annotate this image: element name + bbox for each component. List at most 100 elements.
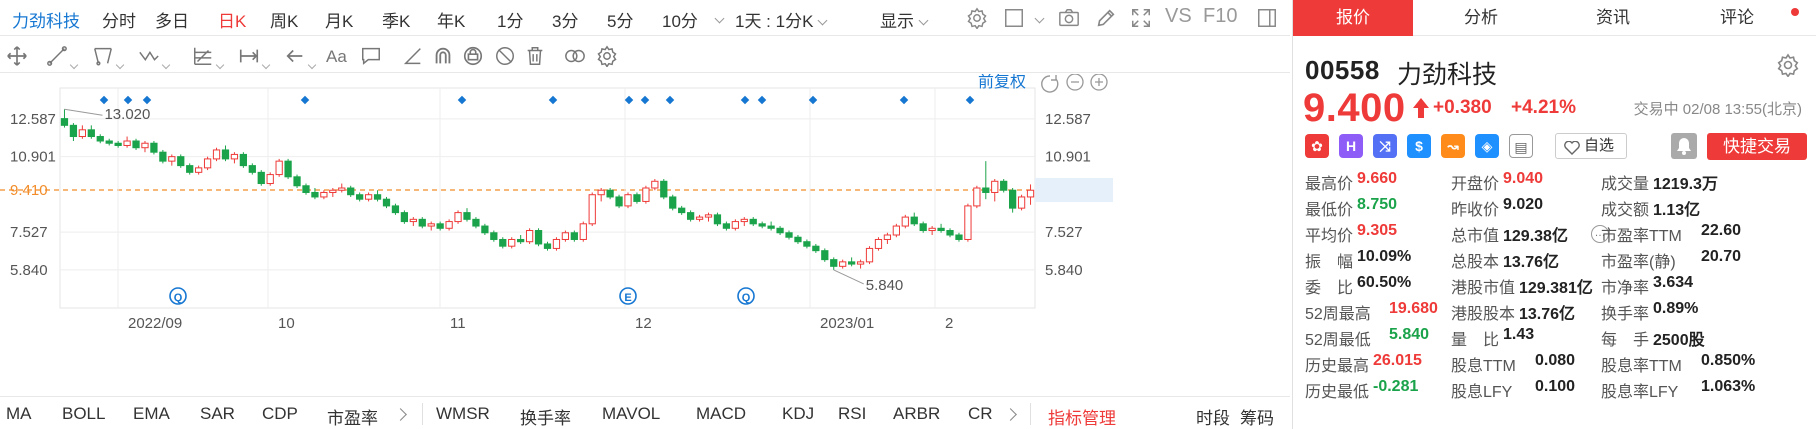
chevron-right-icon[interactable] — [394, 408, 407, 421]
tab-period-9[interactable]: 5分 — [607, 7, 633, 32]
h-share-icon[interactable]: H — [1339, 134, 1363, 158]
compare-icon[interactable] — [564, 45, 586, 67]
angle-icon[interactable] — [402, 45, 424, 67]
tab-period-6[interactable]: 年K — [437, 7, 465, 32]
wave-icon[interactable] — [138, 45, 171, 70]
notification-dot — [1791, 8, 1799, 16]
candle-up — [266, 174, 274, 185]
event-diamond[interactable] — [457, 95, 467, 105]
indicator-cr[interactable]: CR — [968, 404, 993, 424]
pencil-icon[interactable] — [1095, 7, 1117, 29]
indicator-wmsr[interactable]: WMSR — [436, 404, 490, 424]
kline-select[interactable]: 1天 : 1分K — [735, 7, 828, 32]
shuffle-icon[interactable]: ⤨ — [1373, 134, 1397, 158]
tab-period-7[interactable]: 1分 — [497, 7, 523, 32]
x-tick-label: 2023/01 — [820, 315, 874, 332]
period-segment-button[interactable]: 时段 — [1196, 404, 1230, 429]
indicator-ma[interactable]: MA — [6, 404, 32, 424]
quick-trade-button[interactable]: 快捷交易 — [1707, 133, 1807, 160]
channel-icon[interactable] — [92, 45, 125, 70]
indicator-mavol[interactable]: MAVOL — [602, 404, 660, 424]
event-diamond[interactable] — [965, 95, 975, 105]
indicator-ema[interactable]: EMA — [133, 404, 170, 424]
event-diamond[interactable] — [142, 95, 152, 105]
event-diamond[interactable] — [300, 95, 310, 105]
stat-label: 市净率 — [1601, 280, 1650, 297]
arrow-left-icon[interactable] — [284, 45, 317, 70]
tag-icon[interactable]: ◈ — [1475, 134, 1499, 158]
candle-down — [678, 207, 686, 214]
indicator-manage-button[interactable]: 指标管理 — [1048, 404, 1116, 429]
fq-toggle[interactable]: 前复权 — [978, 74, 1026, 91]
square-icon[interactable] — [1003, 7, 1025, 29]
fullscreen-icon[interactable] — [1130, 7, 1152, 29]
candle-down — [356, 194, 364, 200]
gear-icon[interactable] — [966, 7, 988, 30]
tab-period-1[interactable]: 多日 — [155, 7, 189, 32]
chevron-down-icon[interactable] — [1034, 13, 1045, 24]
add-watchlist-button[interactable]: 自选 — [1555, 133, 1627, 159]
text-tool-button[interactable]: Aa — [326, 47, 347, 67]
indicator-turnover[interactable]: 换手率 — [520, 404, 571, 429]
settings-gear-icon[interactable] — [1776, 53, 1800, 78]
indicator-kdj[interactable]: KDJ — [782, 404, 814, 424]
trash-icon[interactable] — [524, 45, 546, 67]
event-diamond[interactable] — [899, 95, 909, 105]
vs-button[interactable]: VS — [1165, 5, 1192, 28]
f10-button[interactable]: F10 — [1203, 5, 1237, 28]
indicator-pe[interactable]: 市盈率 — [327, 404, 378, 429]
y-tick-label-right: 12.587 — [1045, 111, 1091, 128]
camera-icon[interactable] — [1058, 7, 1080, 29]
trend-line-icon[interactable] — [46, 45, 79, 70]
tab-period-8[interactable]: 3分 — [552, 7, 578, 32]
candle-up — [212, 149, 221, 160]
event-diamond[interactable] — [757, 95, 767, 105]
tab-quote[interactable]: 报价 — [1293, 0, 1413, 36]
indicator-cdp[interactable]: CDP — [262, 404, 298, 424]
trend-icon[interactable]: ↝ — [1441, 134, 1465, 158]
candle-up — [427, 223, 435, 227]
tab-period-0[interactable]: 分时 — [102, 7, 136, 32]
event-diamond[interactable] — [624, 95, 634, 105]
kline-chart[interactable]: 12.58712.58710.90110.9019.4109.4107.5277… — [0, 74, 1290, 392]
chevron-down-icon[interactable] — [714, 13, 725, 24]
tab-period-3[interactable]: 周K — [270, 7, 298, 32]
range-icon[interactable] — [238, 45, 271, 70]
event-diamond[interactable] — [99, 95, 109, 105]
tab-period-4[interactable]: 月K — [325, 7, 353, 32]
dollar-icon[interactable]: $ — [1407, 134, 1431, 158]
event-diamond[interactable] — [548, 95, 558, 105]
tab-period-10[interactable]: 10分 — [662, 7, 698, 32]
tab-period-5[interactable]: 季K — [382, 7, 410, 32]
tab-period-2[interactable]: 日K — [218, 7, 246, 32]
event-diamond[interactable] — [665, 95, 675, 105]
comment-icon[interactable] — [360, 45, 382, 67]
indicator-boll[interactable]: BOLL — [62, 404, 105, 424]
chevron-right-icon[interactable] — [1004, 408, 1017, 421]
tool-gear-icon[interactable] — [596, 45, 618, 68]
panel-toggle-icon[interactable] — [1256, 7, 1278, 29]
bell-icon[interactable] — [1671, 133, 1697, 159]
tab-news[interactable]: 资讯 — [1553, 0, 1673, 36]
hide-icon[interactable] — [494, 45, 516, 67]
display-menu[interactable]: 显示 — [880, 7, 929, 32]
reset-icon[interactable] — [1041, 75, 1059, 93]
document-icon[interactable]: ▤ — [1509, 134, 1533, 158]
lock-icon[interactable] — [462, 45, 484, 67]
event-diamond[interactable] — [640, 95, 650, 105]
fib-icon[interactable] — [192, 45, 225, 70]
tab-analysis[interactable]: 分析 — [1421, 0, 1541, 36]
tab-comments[interactable]: 评论 — [1677, 0, 1797, 36]
indicator-arbr[interactable]: ARBR — [893, 404, 940, 424]
chip-distribution-button[interactable]: 筹码 — [1240, 404, 1274, 429]
hk-flower-icon[interactable]: ✿ — [1305, 134, 1329, 158]
indicator-macd[interactable]: MACD — [696, 404, 746, 424]
indicator-sar[interactable]: SAR — [200, 404, 235, 424]
event-diamond[interactable] — [740, 95, 750, 105]
move-icon[interactable] — [6, 45, 28, 67]
y-tick-label-left: 5.840 — [10, 262, 48, 279]
magnet-icon[interactable] — [432, 45, 454, 67]
stat-value: 20.70 — [1701, 248, 1742, 265]
event-diamond[interactable] — [123, 95, 133, 105]
indicator-rsi[interactable]: RSI — [838, 404, 866, 424]
